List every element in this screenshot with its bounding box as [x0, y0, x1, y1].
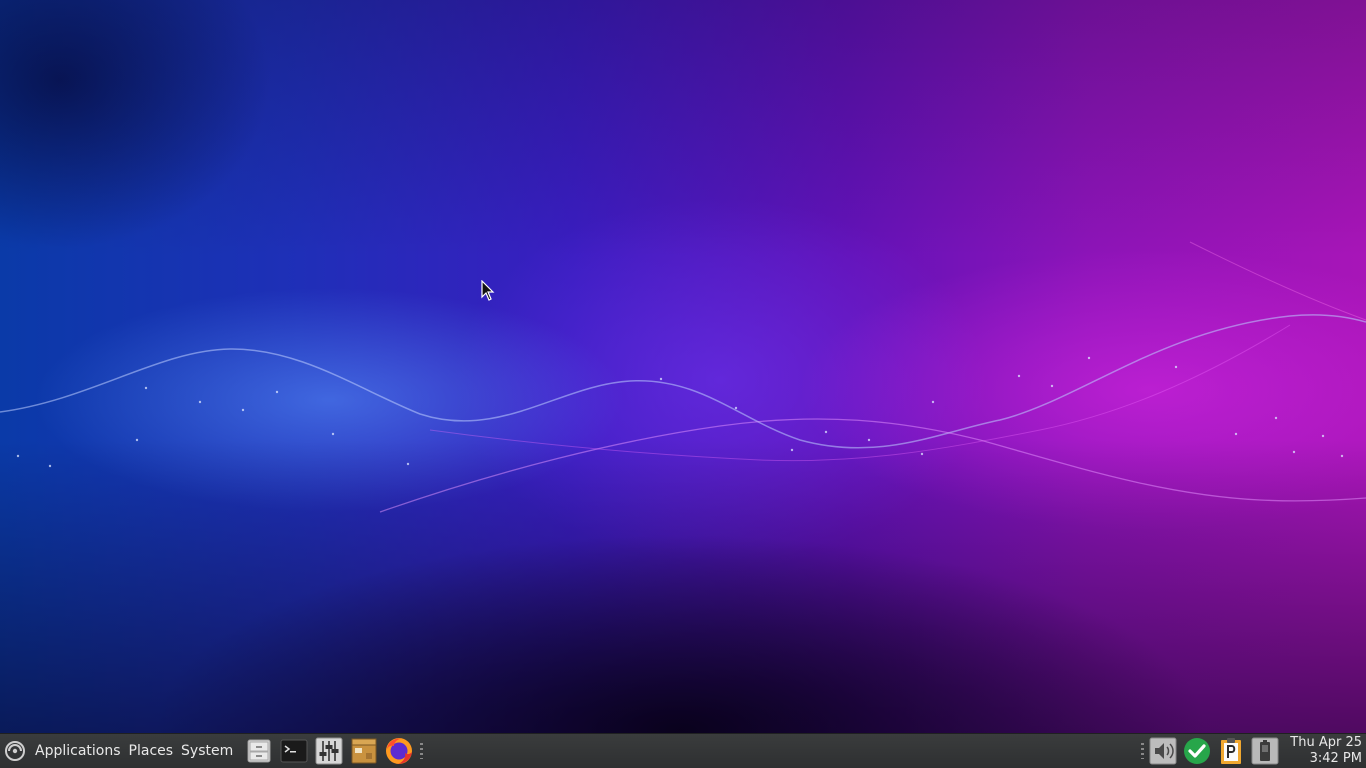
clock-date: Thu Apr 25: [1290, 735, 1362, 750]
clipboard-tray-button[interactable]: [1217, 737, 1245, 765]
terminal-launcher[interactable]: [279, 736, 309, 766]
update-tray-button[interactable]: [1183, 737, 1211, 765]
system-tray: [1146, 737, 1282, 765]
file-manager-launcher[interactable]: [244, 736, 274, 766]
mixer-launcher[interactable]: [314, 736, 344, 766]
volume-tray-button[interactable]: [1149, 737, 1177, 765]
desktop-wallpaper[interactable]: [0, 0, 1366, 733]
applications-menu[interactable]: Applications: [31, 735, 125, 767]
power-tray-button[interactable]: [1251, 737, 1279, 765]
places-menu[interactable]: Places: [125, 735, 178, 767]
mixer-sliders-icon: [315, 737, 343, 765]
power-manager-icon: [1251, 737, 1279, 765]
panel-separator-grip[interactable]: [420, 743, 424, 759]
wallpaper-waves: [0, 241, 1366, 513]
firefox-launcher[interactable]: [384, 736, 414, 766]
file-cabinet-icon: [247, 739, 271, 763]
launcher-group: [241, 736, 416, 766]
firefox-icon: [385, 738, 412, 764]
bottom-panel: Applications Places System Thu Apr 25 3:…: [0, 733, 1366, 768]
volume-icon: [1149, 737, 1177, 765]
archive-box-icon: [351, 738, 377, 764]
clock-time: 3:42 PM: [1309, 751, 1362, 766]
terminal-icon: [280, 739, 308, 763]
distro-logo-icon[interactable]: [4, 740, 26, 762]
mouse-cursor-icon: [481, 280, 495, 301]
tray-separator-grip[interactable]: [1141, 743, 1144, 759]
update-check-icon: [1184, 738, 1210, 764]
archive-manager-launcher[interactable]: [349, 736, 379, 766]
clipboard-p-icon: [1221, 738, 1241, 764]
system-menu[interactable]: System: [177, 735, 237, 767]
panel-clock[interactable]: Thu Apr 25 3:42 PM: [1288, 735, 1362, 767]
